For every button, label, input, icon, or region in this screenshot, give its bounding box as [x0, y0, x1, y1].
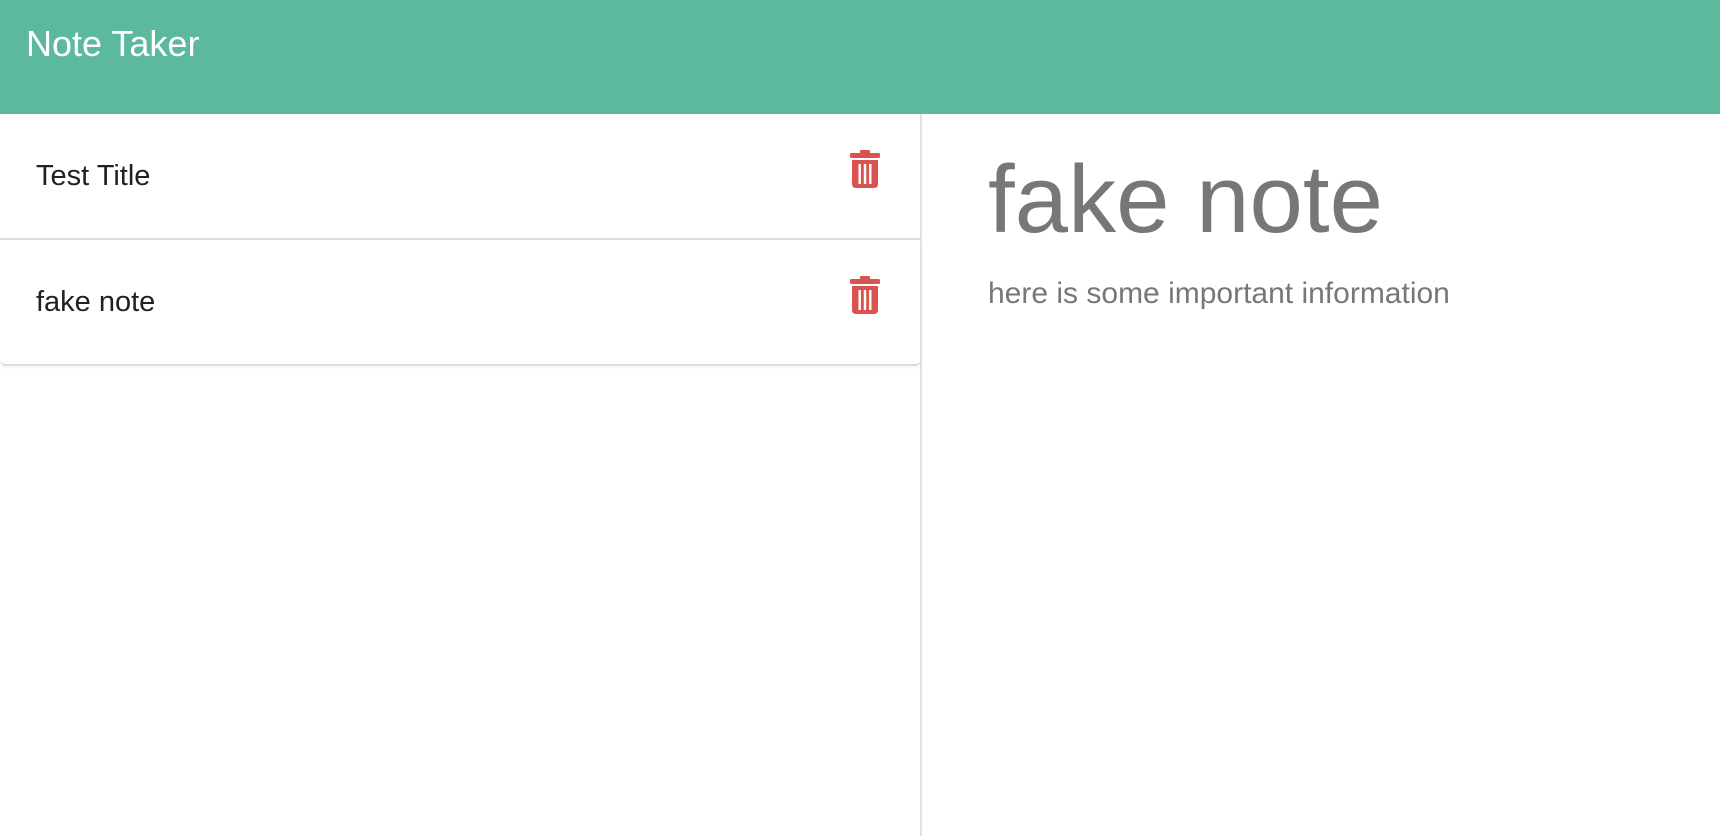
note-text: here is some important information: [988, 277, 1450, 310]
note-title-heading: fake note: [988, 146, 1383, 253]
note-detail: fake note here is some important informa…: [924, 114, 1720, 836]
note-title: Test Title: [36, 160, 151, 192]
list-item[interactable]: fake note: [0, 240, 921, 366]
notes-list: Test Title fake note: [0, 114, 921, 366]
list-item[interactable]: Test Title: [0, 114, 921, 240]
notes-sidebar: Test Title fake note: [0, 114, 922, 836]
delete-note-button[interactable]: [850, 276, 880, 314]
trash-icon: [850, 150, 880, 188]
navbar: Note Taker: [0, 0, 1720, 114]
note-title: fake note: [36, 286, 156, 318]
delete-note-button[interactable]: [850, 150, 880, 188]
trash-icon: [850, 276, 880, 314]
app-brand[interactable]: Note Taker: [26, 20, 199, 68]
